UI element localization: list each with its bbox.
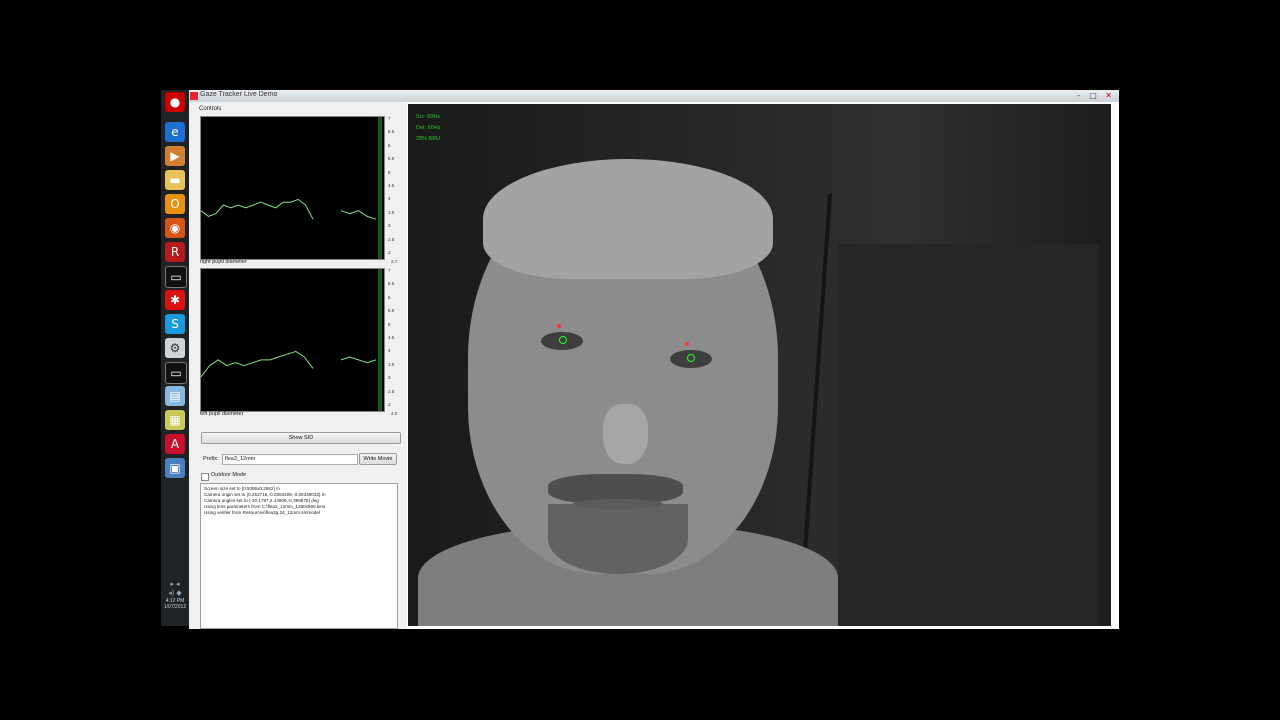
windows-taskbar: ● e ▶ ▬ O ◉ R ▭ ✱ S ⚙ ▭ ▤ ▦ A ▣ ▸ ◂ ◂) ◆ … xyxy=(161,90,189,626)
window-title: Gaze Tracker Live Demo xyxy=(200,91,278,98)
close-button[interactable]: ✕ xyxy=(1105,91,1115,100)
tray-icons[interactable]: ▸ ◂ ◂) ◆ xyxy=(161,580,189,598)
right-pupil-marker xyxy=(559,336,567,344)
recorder-icon[interactable]: ● xyxy=(165,92,185,112)
axis-tick-label: 2 xyxy=(388,250,391,255)
cmd-icon[interactable]: ▭ xyxy=(165,362,187,384)
axis-tick-label: 3.5 xyxy=(388,209,395,215)
right-pupil-chart xyxy=(201,198,377,220)
axis-tick-label: 2.5 xyxy=(388,236,395,242)
pupil-series-line xyxy=(201,198,314,220)
subject-beard xyxy=(548,504,688,574)
axis-tick-label: 3 xyxy=(388,223,391,229)
level-bar xyxy=(378,117,382,259)
axis-tick-label: 6 xyxy=(388,294,391,300)
app-icon xyxy=(190,92,198,100)
camera-feed[interactable]: Src: 60Hz Det: 60Hz 28% BRU xyxy=(408,104,1111,626)
subject-hair xyxy=(483,159,773,279)
left-pupil-label: left pupil diameter xyxy=(200,411,244,417)
terminal-icon[interactable]: ▭ xyxy=(165,266,187,288)
minimize-button[interactable]: – xyxy=(1077,91,1084,100)
window-buttons: – □ ✕ xyxy=(1077,91,1115,100)
left-pupil-readout: 4.0 xyxy=(391,411,398,416)
axis-tick-label: 3.5 xyxy=(388,361,395,367)
source-rate: Src: 60Hz xyxy=(416,114,441,120)
cpu-usage: 28% BRU xyxy=(416,136,441,142)
axis-tick-label: 2 xyxy=(388,402,391,407)
left-pupil-chart xyxy=(201,350,377,378)
skype-icon[interactable]: S xyxy=(165,314,185,334)
pupil-series-line xyxy=(340,356,377,364)
axis-tick-label: 7 xyxy=(388,116,391,121)
outdoor-mode-label: Outdoor Mode xyxy=(211,472,247,478)
prefix-label: Prefix: xyxy=(203,456,219,462)
left-pupil-plot xyxy=(200,268,385,412)
tools-icon[interactable]: ⚙ xyxy=(165,338,185,358)
axis-tick-label: 6.5 xyxy=(388,281,395,287)
log-line: Using verifier from Resources\flea3g.24_… xyxy=(204,510,320,515)
pupil-series-line xyxy=(201,350,314,378)
axis-tick-label: 4 xyxy=(388,348,391,354)
outdoor-mode-checkbox[interactable] xyxy=(201,473,209,481)
axis-tick-label: 5.5 xyxy=(388,156,395,162)
left-glint-marker xyxy=(685,342,689,346)
axis-tick-label: 5.5 xyxy=(388,308,395,314)
right-pupil-label: right pupil diameter xyxy=(200,259,247,265)
axis-tick-label: 7 xyxy=(388,268,391,273)
screen-icon[interactable]: ▣ xyxy=(165,458,185,478)
axis-tick-label: 6.5 xyxy=(388,129,395,135)
system-tray: ▸ ◂ ◂) ◆ 4:12 PM 1/07/2012 xyxy=(161,580,189,626)
title-bar[interactable]: Gaze Tracker Live Demo – □ ✕ xyxy=(189,90,1119,102)
right-glint-marker xyxy=(557,324,561,328)
show-sid-button[interactable]: Show SID xyxy=(201,432,401,444)
app-icon[interactable]: R xyxy=(165,242,185,262)
controls-label: Controls xyxy=(199,106,222,112)
axis-tick-label: 6 xyxy=(388,142,391,148)
log-output[interactable]: Screen size set to [0.5086x0.2862] m Cam… xyxy=(200,483,398,629)
controls-panel: Controls 7 6.5 6 5.5 5 4.5 4 3.5 3 2.5 2 right pup… xyxy=(189,102,407,629)
left-pupil-marker xyxy=(687,354,695,362)
right-pupil-readout: 2.7 xyxy=(391,259,398,264)
axis-tick-label: 4 xyxy=(388,196,391,202)
pupil-series-line xyxy=(340,210,377,220)
folder-icon[interactable]: ▬ xyxy=(165,170,185,190)
axis-tick-label: 5 xyxy=(388,169,391,175)
right-pupil-plot xyxy=(200,116,385,260)
background-wall xyxy=(838,244,1098,626)
ie-icon[interactable]: e xyxy=(165,122,185,142)
notepad-icon[interactable]: ▤ xyxy=(165,386,185,406)
detect-rate: Det: 60Hz xyxy=(416,125,441,131)
media-player-icon[interactable]: ▶ xyxy=(165,146,185,166)
maximize-button[interactable]: □ xyxy=(1089,91,1100,100)
camera-info-overlay: Src: 60Hz Det: 60Hz 28% BRU xyxy=(416,112,440,145)
prefix-input[interactable]: flea3_12mm xyxy=(222,454,358,465)
spider-icon[interactable]: ✱ xyxy=(165,290,185,310)
axis-tick-label: 2.5 xyxy=(388,388,395,394)
axis-tick-label: 4.5 xyxy=(388,335,395,340)
axis-tick-label: 4.5 xyxy=(388,183,395,188)
left-pupil-axis: 7 6.5 6 5.5 5 4.5 4 3.5 3 2.5 2 xyxy=(385,268,399,410)
level-bar xyxy=(378,269,382,411)
write-movie-button[interactable]: Write Movie xyxy=(359,453,397,465)
subject-nose xyxy=(603,404,648,464)
firefox-icon[interactable]: ◉ xyxy=(165,218,185,238)
app-window: Gaze Tracker Live Demo – □ ✕ Controls 7 6… xyxy=(189,90,1119,629)
right-pupil-axis: 7 6.5 6 5.5 5 4.5 4 3.5 3 2.5 2 xyxy=(385,116,399,258)
acrobat-icon[interactable]: A xyxy=(165,434,185,454)
axis-tick-label: 5 xyxy=(388,321,391,327)
date[interactable]: 1/07/2012 xyxy=(161,604,189,610)
axis-tick-label: 3 xyxy=(388,375,391,381)
subject-mouth xyxy=(573,499,663,509)
outlook-icon[interactable]: O xyxy=(165,194,185,214)
calculator-icon[interactable]: ▦ xyxy=(165,410,185,430)
